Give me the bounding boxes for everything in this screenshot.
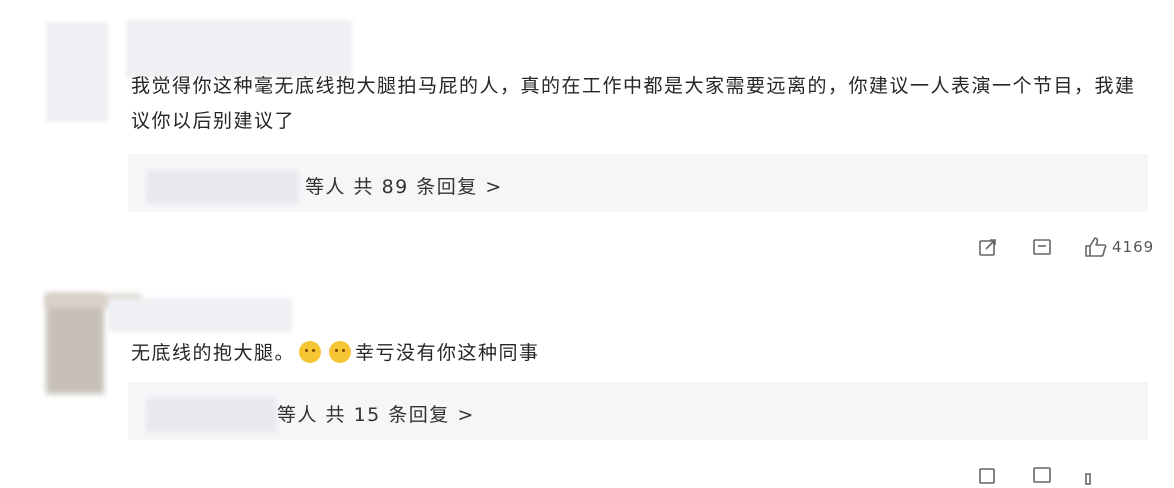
comment-text: 无底线的抱大腿。 幸亏没有你这种同事 <box>131 336 1131 371</box>
comment-text: 我觉得你这种毫无底线抱大腿拍马屁的人，真的在工作中都是大家需要远离的，你建议一人… <box>131 75 1136 132</box>
reply-summary-link[interactable]: 等人 共 15 条回复 > <box>277 400 475 427</box>
comment-actions: 4169 <box>976 234 1154 260</box>
comment-actions <box>976 462 1108 488</box>
comment-text-part: 无底线的抱大腿。 <box>131 342 296 364</box>
like-count: 4169 <box>1112 238 1155 256</box>
reply-summary-link[interactable]: 等人 共 89 条回复 > <box>305 172 503 199</box>
grin-emoji-icon <box>299 341 322 363</box>
comment-icon[interactable] <box>1030 235 1054 259</box>
share-icon[interactable] <box>976 235 1000 259</box>
comment-icon[interactable] <box>1030 463 1054 487</box>
like-icon[interactable] <box>1084 463 1108 487</box>
grin-emoji-icon <box>329 341 352 363</box>
avatar[interactable] <box>46 22 108 122</box>
avatar[interactable] <box>46 294 104 394</box>
reply-avatars <box>146 398 276 432</box>
reply-avatars <box>146 170 298 204</box>
comment-text-part: 幸亏没有你这种同事 <box>355 342 540 364</box>
username[interactable] <box>108 298 292 332</box>
share-icon[interactable] <box>976 463 1000 487</box>
like-icon[interactable] <box>1084 235 1108 259</box>
